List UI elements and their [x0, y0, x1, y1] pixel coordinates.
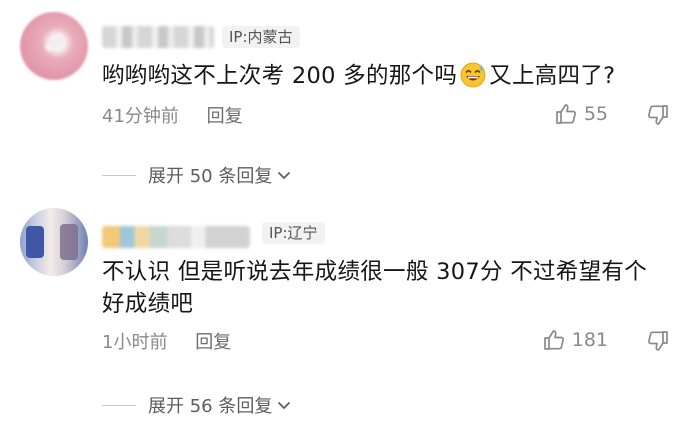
like-button[interactable]: 55 [554, 102, 608, 126]
like-count: 181 [571, 329, 608, 351]
expand-replies-button[interactable]: 展开 50 条回复 [102, 162, 292, 188]
reply-button[interactable]: 回复 [195, 328, 231, 354]
comment-text-part: 又上高四了? [489, 63, 616, 89]
avatar[interactable] [20, 12, 88, 80]
ip-location-badge: IP:辽宁 [262, 222, 325, 244]
thumbs-down-icon[interactable] [646, 329, 670, 353]
username-blurred[interactable] [102, 226, 250, 248]
comment-time: 41分钟前 [102, 106, 179, 127]
chevron-down-icon [278, 172, 291, 180]
grinning-sweat-emoji-icon [460, 62, 486, 88]
like-count: 55 [583, 103, 608, 125]
thumbs-down-icon[interactable] [646, 103, 670, 127]
comment-item: IP:内蒙古 哟哟哟这不上次考 200 多的那个吗 又上高四了? 41分钟前 回… [0, 0, 700, 222]
expand-replies-label: 展开 50 条回复 [148, 166, 273, 187]
comment-item: IP:辽宁 不认识 但是听说去年成绩很一般 307分 不过希望有个好成绩吧 1小… [0, 200, 700, 444]
expand-replies-label: 展开 56 条回复 [148, 396, 273, 417]
chevron-down-icon [278, 402, 291, 410]
comment-text: 哟哟哟这不上次考 200 多的那个吗 又上高四了? [102, 60, 660, 92]
reply-button[interactable]: 回复 [207, 102, 243, 128]
username-blurred[interactable] [102, 26, 214, 48]
divider-line [102, 174, 136, 176]
comment-meta: 1小时前 回复 [102, 328, 231, 354]
expand-replies-button[interactable]: 展开 56 条回复 [102, 392, 292, 418]
comment-time: 1小时前 [102, 332, 168, 353]
comment-text: 不认识 但是听说去年成绩很一般 307分 不过希望有个好成绩吧 [102, 259, 648, 317]
divider-line [102, 404, 136, 406]
comment-meta: 41分钟前 回复 [102, 102, 243, 128]
ip-location-badge: IP:内蒙古 [222, 26, 300, 48]
avatar[interactable] [20, 208, 88, 276]
comment-text-part: 哟哟哟这不上次考 200 多的那个吗 [102, 63, 458, 89]
thumbs-up-icon [555, 104, 576, 124]
thumbs-up-icon [543, 330, 564, 350]
like-button[interactable]: 181 [542, 328, 608, 352]
